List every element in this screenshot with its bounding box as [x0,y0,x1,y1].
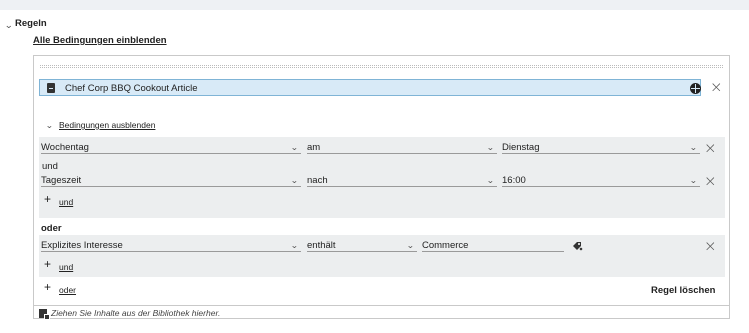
value-input[interactable]: Commerce [422,238,564,252]
chevron-down-icon: ⌄ [689,176,698,185]
chevron-down-icon: ⌄ [486,143,495,152]
chevron-down-icon: ⌄ [486,176,495,185]
rules-page: ⌄ Regeln Alle Bedingungen einblenden Che… [0,10,749,333]
chevron-down-icon: ⌄ [290,143,299,152]
chevron-down-icon[interactable]: ⌄ [45,121,53,130]
operator-select[interactable]: am ⌄ [307,140,497,154]
value-select[interactable]: 16:00 ⌄ [502,173,700,187]
add-and-link[interactable]: und [59,262,73,272]
show-all-conditions-link[interactable]: Alle Bedingungen einblenden [33,35,167,46]
drop-area[interactable]: Ziehen Sie Inhalte aus der Bibliothek hi… [34,305,729,320]
hide-conditions-link[interactable]: Bedingungen ausblenden [59,120,155,130]
or-connector: oder [41,223,62,234]
tag-icon[interactable] [572,241,583,252]
library-icon [39,309,50,320]
article-item[interactable]: Chef Corp BBQ Cookout Article [39,79,701,96]
globe-icon[interactable] [690,83,701,94]
condition-group: Wochentag ⌄ am ⌄ Dienstag ⌄ × und Tagesz… [39,137,725,218]
article-label: Chef Corp BBQ Cookout Article [65,83,198,94]
article-icon [47,83,55,93]
remove-condition-icon[interactable]: × [704,239,717,254]
add-or-link[interactable]: oder [59,285,76,295]
add-icon[interactable]: + [44,193,51,205]
drag-handle[interactable] [40,65,723,68]
chevron-down-icon: ⌄ [689,143,698,152]
remove-condition-icon[interactable]: × [704,141,717,156]
remove-condition-icon[interactable]: × [704,174,717,189]
section-title: Regeln [15,18,47,29]
field-select[interactable]: Explizites Interesse ⌄ [41,238,301,252]
chevron-down-icon: ⌄ [290,176,299,185]
add-icon[interactable]: + [44,258,51,270]
add-icon[interactable]: + [44,281,51,293]
chevron-down-icon: ⌄ [290,241,299,250]
remove-article-icon[interactable]: × [710,80,723,95]
operator-select[interactable]: enthält ⌄ [307,238,417,252]
field-select[interactable]: Wochentag ⌄ [41,140,301,154]
chevron-down-icon: ⌄ [406,241,415,250]
and-connector: und [42,161,58,172]
chevron-down-icon[interactable]: ⌄ [4,20,13,31]
condition-group: Explizites Interesse ⌄ enthält ⌄ Commerc… [39,235,725,277]
delete-rule-button[interactable]: Regel löschen [651,285,715,296]
value-select[interactable]: Dienstag ⌄ [502,140,700,154]
drop-hint: Ziehen Sie Inhalte aus der Bibliothek hi… [51,308,221,318]
add-and-link[interactable]: und [59,197,73,207]
rule-panel: Chef Corp BBQ Cookout Article × ⌄ Beding… [33,55,730,320]
operator-select[interactable]: nach ⌄ [307,173,497,187]
field-select[interactable]: Tageszeit ⌄ [41,173,301,187]
